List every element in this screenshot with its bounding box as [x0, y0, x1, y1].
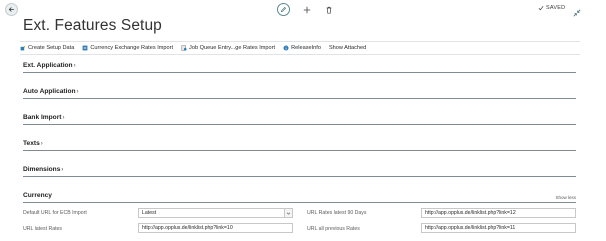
center-actions [277, 3, 334, 16]
action-bar: Create Setup Data Currency Exchange Rate… [20, 41, 580, 55]
delete-button[interactable] [324, 5, 334, 15]
default-url-select[interactable]: Latest [138, 208, 293, 218]
checkmark-icon [538, 5, 544, 11]
collapse-button[interactable] [573, 4, 583, 17]
section-title-auto-application: Auto Application [23, 88, 76, 95]
currency-exchange-import-action[interactable]: Currency Exchange Rates Import [82, 45, 173, 51]
action-label: Currency Exchange Rates Import [90, 45, 174, 51]
job-queue-entry-action[interactable]: Job Queue Entry...ge Rates Import [181, 45, 275, 51]
job-queue-icon [181, 45, 187, 51]
dropdown-caret[interactable] [284, 209, 292, 217]
section-texts[interactable]: Texts › [23, 140, 576, 151]
info-icon [283, 45, 289, 51]
section-dimensions[interactable]: Dimensions › [23, 166, 576, 177]
top-bar: SAVED [0, 0, 606, 18]
section-bank-import[interactable]: Bank Import › [23, 114, 576, 125]
default-url-label: Default URL for ECB Import [23, 210, 87, 216]
chevron-right-icon: › [73, 62, 76, 69]
url-90-label: URL Rates latest 90 Days [307, 210, 367, 216]
action-label: Show Attached [328, 45, 367, 51]
url-latest-field[interactable]: http://app.opplus.de/linklist.php?link=1… [138, 223, 293, 233]
release-info-action[interactable]: ReleaseInfo [283, 45, 321, 51]
collapse-arrows-icon [573, 9, 581, 17]
url-all-field[interactable]: http://app.opplus.de/linklist.php?link=1… [421, 223, 576, 233]
section-title-bank-import: Bank Import [23, 114, 62, 121]
page-title: Ext. Features Setup [23, 17, 162, 34]
show-attached-action[interactable]: Show Attached [329, 45, 366, 51]
url-latest-label: URL latest Rates [23, 226, 63, 232]
section-ext-application[interactable]: Ext. Application › [23, 62, 576, 73]
url-latest-value: http://app.opplus.de/linklist.php?link=1… [142, 225, 233, 231]
chevron-right-icon: › [40, 140, 43, 147]
chevron-right-icon: › [62, 114, 65, 121]
section-auto-application[interactable]: Auto Application › [23, 88, 576, 99]
url-all-value: http://app.opplus.de/linklist.php?link=1… [425, 225, 516, 231]
action-label: Create Setup Data [28, 45, 75, 51]
url-90-field[interactable]: http://app.opplus.de/linklist.php?link=1… [421, 208, 576, 218]
url-90-value: http://app.opplus.de/linklist.php?link=1… [425, 210, 516, 216]
section-currency[interactable]: Currency Show less [23, 192, 576, 203]
section-title-ext-application: Ext. Application [23, 62, 73, 69]
section-title-dimensions: Dimensions [23, 166, 61, 173]
section-title-texts: Texts [23, 140, 40, 147]
edit-button[interactable] [277, 3, 290, 16]
trash-icon [326, 6, 332, 14]
saved-label: SAVED [546, 5, 566, 11]
plus-icon [303, 6, 311, 13]
action-label: Job Queue Entry...ge Rates Import [189, 45, 276, 51]
action-label: ReleaseInfo [291, 45, 321, 51]
show-less-link[interactable]: Show less [555, 195, 576, 200]
exchange-rates-icon [82, 45, 88, 51]
back-button[interactable] [5, 3, 18, 16]
create-data-icon [20, 45, 26, 51]
default-url-value: Latest [142, 210, 157, 216]
section-title-currency: Currency [23, 192, 52, 199]
chevron-right-icon: › [61, 166, 64, 173]
new-button[interactable] [302, 5, 312, 15]
create-setup-data-action[interactable]: Create Setup Data [20, 45, 74, 51]
saved-status: SAVED [538, 5, 565, 11]
chevron-right-icon: › [76, 88, 79, 95]
pencil-icon [280, 6, 287, 13]
chevron-down-icon [286, 212, 291, 215]
url-all-label: URL all previous Rates [307, 226, 360, 232]
arrow-left-icon [8, 7, 15, 12]
